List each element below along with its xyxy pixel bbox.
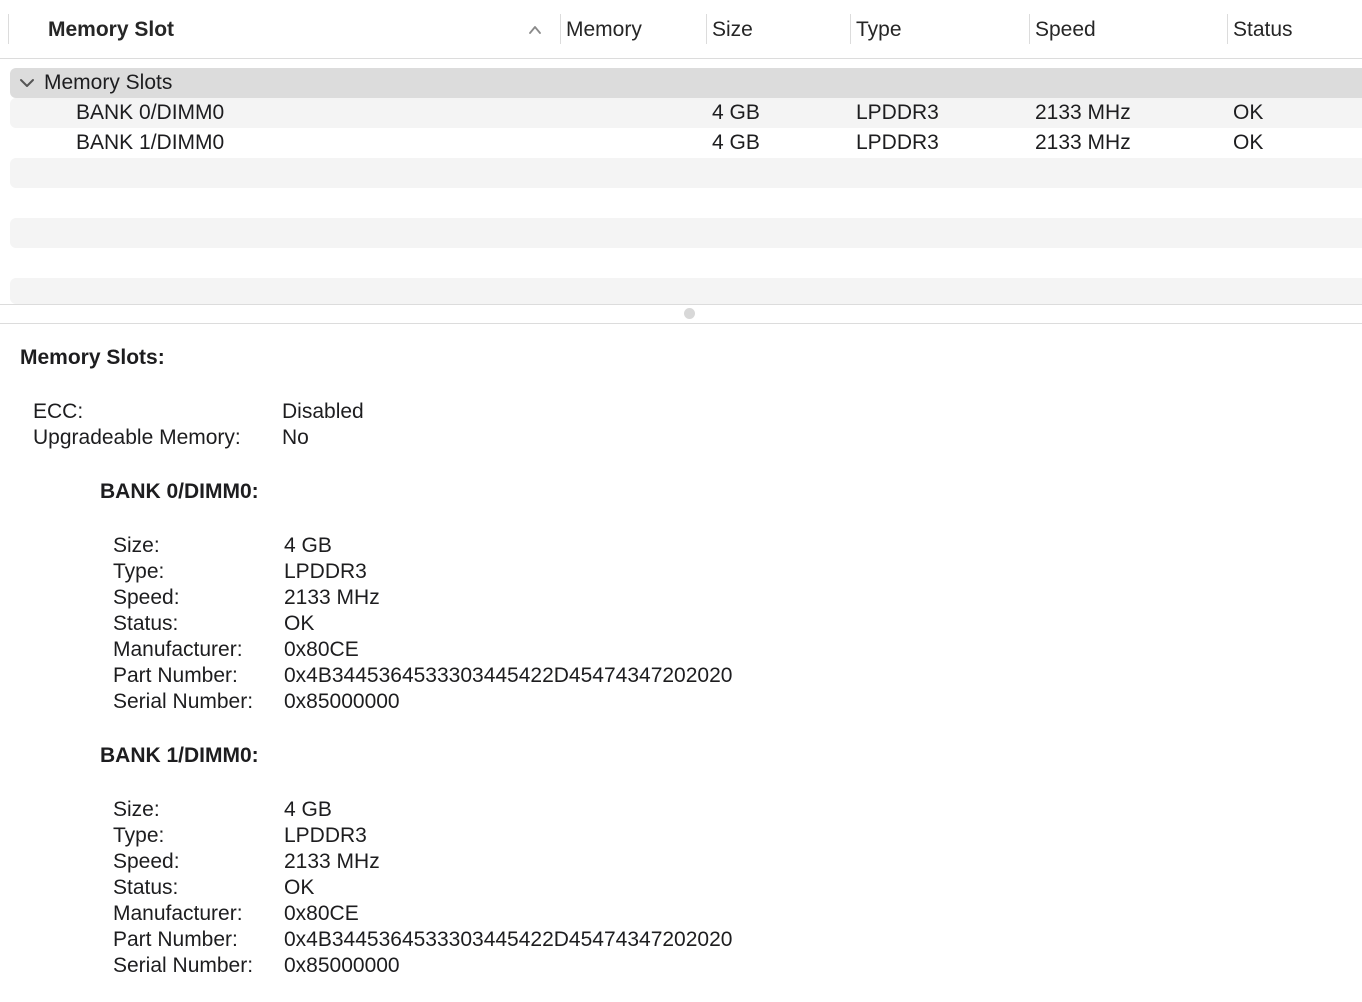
field-label: Size: [113,798,160,821]
table-row[interactable]: BANK 0/DIMM0 4 GB LPDDR3 2133 MHz OK [10,98,1362,128]
cell-size: 4 GB [712,131,760,154]
cell-slot: BANK 1/DIMM0 [76,131,225,154]
field-label: Speed: [113,586,180,609]
field-label: Status: [113,876,179,899]
field-label: Speed: [113,850,180,873]
ecc-label: ECC: [33,400,84,423]
field-value: OK [284,876,315,899]
field-value: 4 GB [284,798,332,821]
column-divider [8,14,9,44]
upgradeable-memory-value: No [282,426,309,449]
cell-status: OK [1233,101,1264,124]
cell-type: LPDDR3 [856,101,939,124]
field-value: 2133 MHz [284,850,380,873]
cell-slot: BANK 0/DIMM0 [76,101,225,124]
drag-handle-icon[interactable] [684,308,695,319]
split-view-handle[interactable] [0,305,1362,324]
field-label: Type: [113,824,165,847]
column-header-speed[interactable]: Speed [1029,14,1227,44]
field-label: Manufacturer: [113,638,243,661]
cell-size: 4 GB [712,101,760,124]
cell-speed: 2133 MHz [1035,101,1131,124]
field-value: 0x4B3445364533303445422D45474347202020 [284,928,733,951]
empty-row [10,158,1362,188]
field-label: Part Number: [113,664,238,687]
field-value: 0x85000000 [284,954,400,977]
column-header-memory-label: Memory [566,18,642,41]
chevron-down-icon[interactable] [18,76,36,90]
detail-pane: Memory Slots: ECC: Disabled Upgradeable … [0,324,1362,1002]
table-header: Memory Slot Memory Size Type Speed Statu… [0,0,1362,59]
upgradeable-memory-label: Upgradeable Memory: [33,426,241,449]
field-label: Type: [113,560,165,583]
ecc-value: Disabled [282,400,364,423]
empty-row [10,218,1362,248]
field-label: Status: [113,612,179,635]
cell-speed: 2133 MHz [1035,131,1131,154]
cell-status: OK [1233,131,1264,154]
memory-slot-table: Memory Slots BANK 0/DIMM0 4 GB LPDDR3 21… [0,59,1362,304]
field-label: Manufacturer: [113,902,243,925]
field-value: 4 GB [284,534,332,557]
chevron-up-icon[interactable] [526,21,544,39]
table-row[interactable]: BANK 1/DIMM0 4 GB LPDDR3 2133 MHz OK [10,128,1362,158]
column-header-type-label: Type [856,18,902,41]
bank-title: BANK 1/DIMM0: [100,744,259,767]
detail-title: Memory Slots: [20,346,165,369]
column-header-type[interactable]: Type [850,14,1029,44]
field-value: LPDDR3 [284,824,367,847]
field-value: 0x80CE [284,902,359,925]
column-header-size-label: Size [712,18,753,41]
bank-title: BANK 0/DIMM0: [100,480,259,503]
field-value: OK [284,612,315,635]
column-header-memory-slot[interactable]: Memory Slot [48,0,558,58]
field-label: Size: [113,534,160,557]
field-value: 0x4B3445364533303445422D45474347202020 [284,664,733,687]
field-label: Serial Number: [113,954,254,977]
column-header-status-label: Status [1233,18,1293,41]
column-header-speed-label: Speed [1035,18,1096,41]
field-value: LPDDR3 [284,560,367,583]
field-value: 2133 MHz [284,586,380,609]
field-value: 0x80CE [284,638,359,661]
column-header-size[interactable]: Size [706,14,850,44]
field-value: 0x85000000 [284,690,400,713]
field-label: Serial Number: [113,690,254,713]
cell-type: LPDDR3 [856,131,939,154]
column-header-status[interactable]: Status [1227,14,1362,44]
field-label: Part Number: [113,928,238,951]
empty-row [10,278,1362,304]
group-row-memory-slots[interactable]: Memory Slots [10,68,1362,98]
group-row-label: Memory Slots [44,71,173,94]
column-header-memory-slot-label: Memory Slot [48,18,175,41]
column-header-memory[interactable]: Memory [560,14,706,44]
